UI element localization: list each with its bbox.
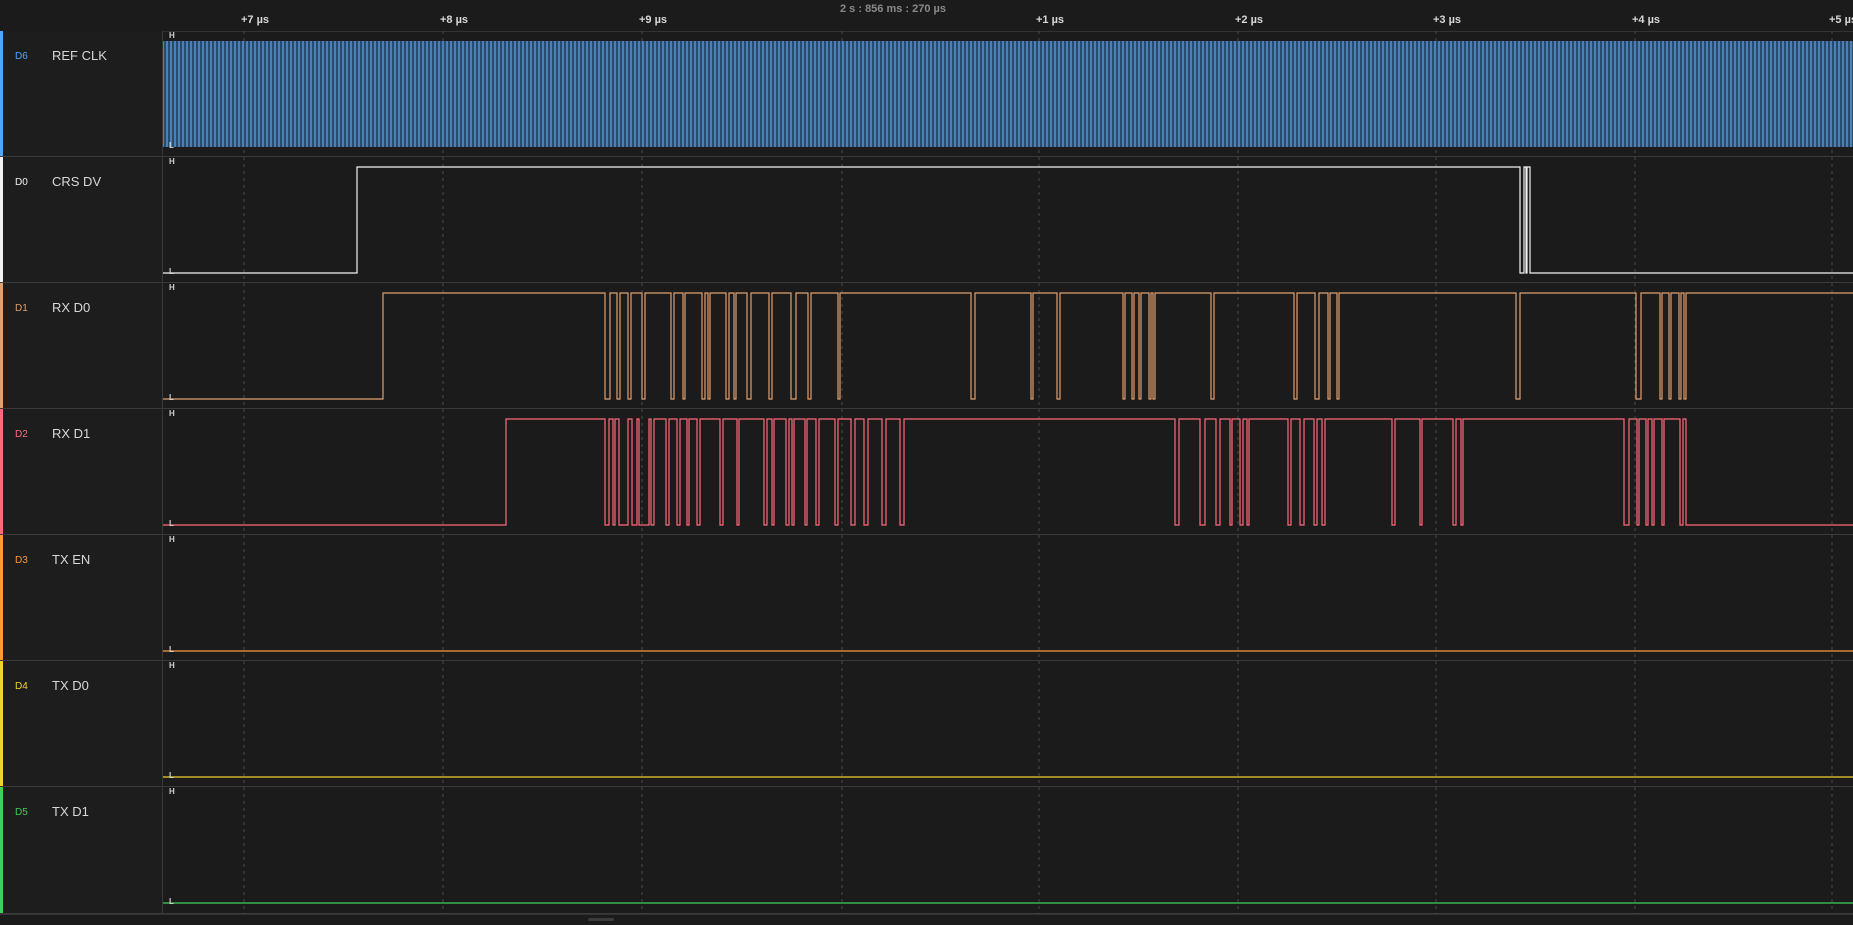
level-label-low: L: [169, 645, 174, 654]
channel-color-bar: [0, 31, 3, 156]
channel-color-bar: [0, 409, 3, 534]
waveform-rx-d0[interactable]: [163, 292, 1853, 400]
level-label-high: H: [169, 157, 175, 166]
channel-label-rx-d1[interactable]: D2 RX D1: [0, 409, 163, 535]
channel-id: D3: [15, 555, 28, 566]
channel-id: D6: [15, 51, 28, 62]
channel-name[interactable]: TX EN: [52, 552, 90, 567]
channel-name[interactable]: RX D1: [52, 426, 90, 441]
time-cursor-label: 2 s : 856 ms : 270 µs: [840, 3, 947, 15]
channel-name[interactable]: REF CLK: [52, 48, 107, 63]
channel-color-bar: [0, 661, 3, 786]
tick-label: +3 µs: [1432, 14, 1462, 26]
level-label-high: H: [169, 661, 175, 670]
level-label-low: L: [169, 141, 174, 150]
level-label-low: L: [169, 519, 174, 528]
channel-color-bar: [0, 535, 3, 660]
time-ruler[interactable]: 2 s : 856 ms : 270 µs +7 µs +8 µs +9 µs …: [0, 0, 1853, 32]
waveform-ref-clk[interactable]: [163, 41, 1853, 147]
channel-label-tx-en[interactable]: D3 TX EN: [0, 535, 163, 661]
level-label-high: H: [169, 787, 175, 796]
waveform-crs-dv[interactable]: [163, 166, 1853, 274]
channel-label-ref-clk[interactable]: D6 REF CLK: [0, 31, 163, 157]
channel-id: D4: [15, 681, 28, 692]
channel-name[interactable]: CRS DV: [52, 174, 101, 189]
tick-label: +2 µs: [1234, 14, 1264, 26]
waveform-rx-d1[interactable]: [163, 418, 1853, 526]
tick-label: +9 µs: [638, 14, 668, 26]
scrollbar-handle[interactable]: [588, 918, 614, 921]
horizontal-scrollbar[interactable]: [0, 914, 1853, 925]
level-label-high: H: [169, 409, 175, 418]
channel-label-tx-d0[interactable]: D4 TX D0: [0, 661, 163, 787]
channel-color-bar: [0, 283, 3, 408]
level-label-high: H: [169, 31, 175, 40]
channel-label-rx-d0[interactable]: D1 RX D0: [0, 283, 163, 409]
channel-name[interactable]: TX D1: [52, 804, 89, 819]
waveform-canvas[interactable]: HLHLHLHLHLHLHL: [163, 31, 1853, 914]
level-label-high: H: [169, 283, 175, 292]
channel-name[interactable]: TX D0: [52, 678, 89, 693]
channel-label-crs-dv[interactable]: D0 CRS DV: [0, 157, 163, 283]
level-label-low: L: [169, 771, 174, 780]
channel-id: D2: [15, 429, 28, 440]
channel-id: D1: [15, 303, 28, 314]
level-label-low: L: [169, 267, 174, 276]
channel-label-tx-d1[interactable]: D5 TX D1: [0, 787, 163, 914]
channel-color-bar: [0, 157, 3, 282]
tick-label: +7 µs: [240, 14, 270, 26]
channel-id: D0: [15, 177, 28, 188]
tick-label: +8 µs: [439, 14, 469, 26]
channel-name[interactable]: RX D0: [52, 300, 90, 315]
level-label-low: L: [169, 393, 174, 402]
tick-label: +1 µs: [1035, 14, 1065, 26]
channel-color-bar: [0, 787, 3, 913]
level-label-high: H: [169, 535, 175, 544]
level-label-low: L: [169, 897, 174, 906]
tick-label: +5 µs: [1828, 14, 1853, 26]
channel-id: D5: [15, 807, 28, 818]
tick-label: +4 µs: [1631, 14, 1661, 26]
